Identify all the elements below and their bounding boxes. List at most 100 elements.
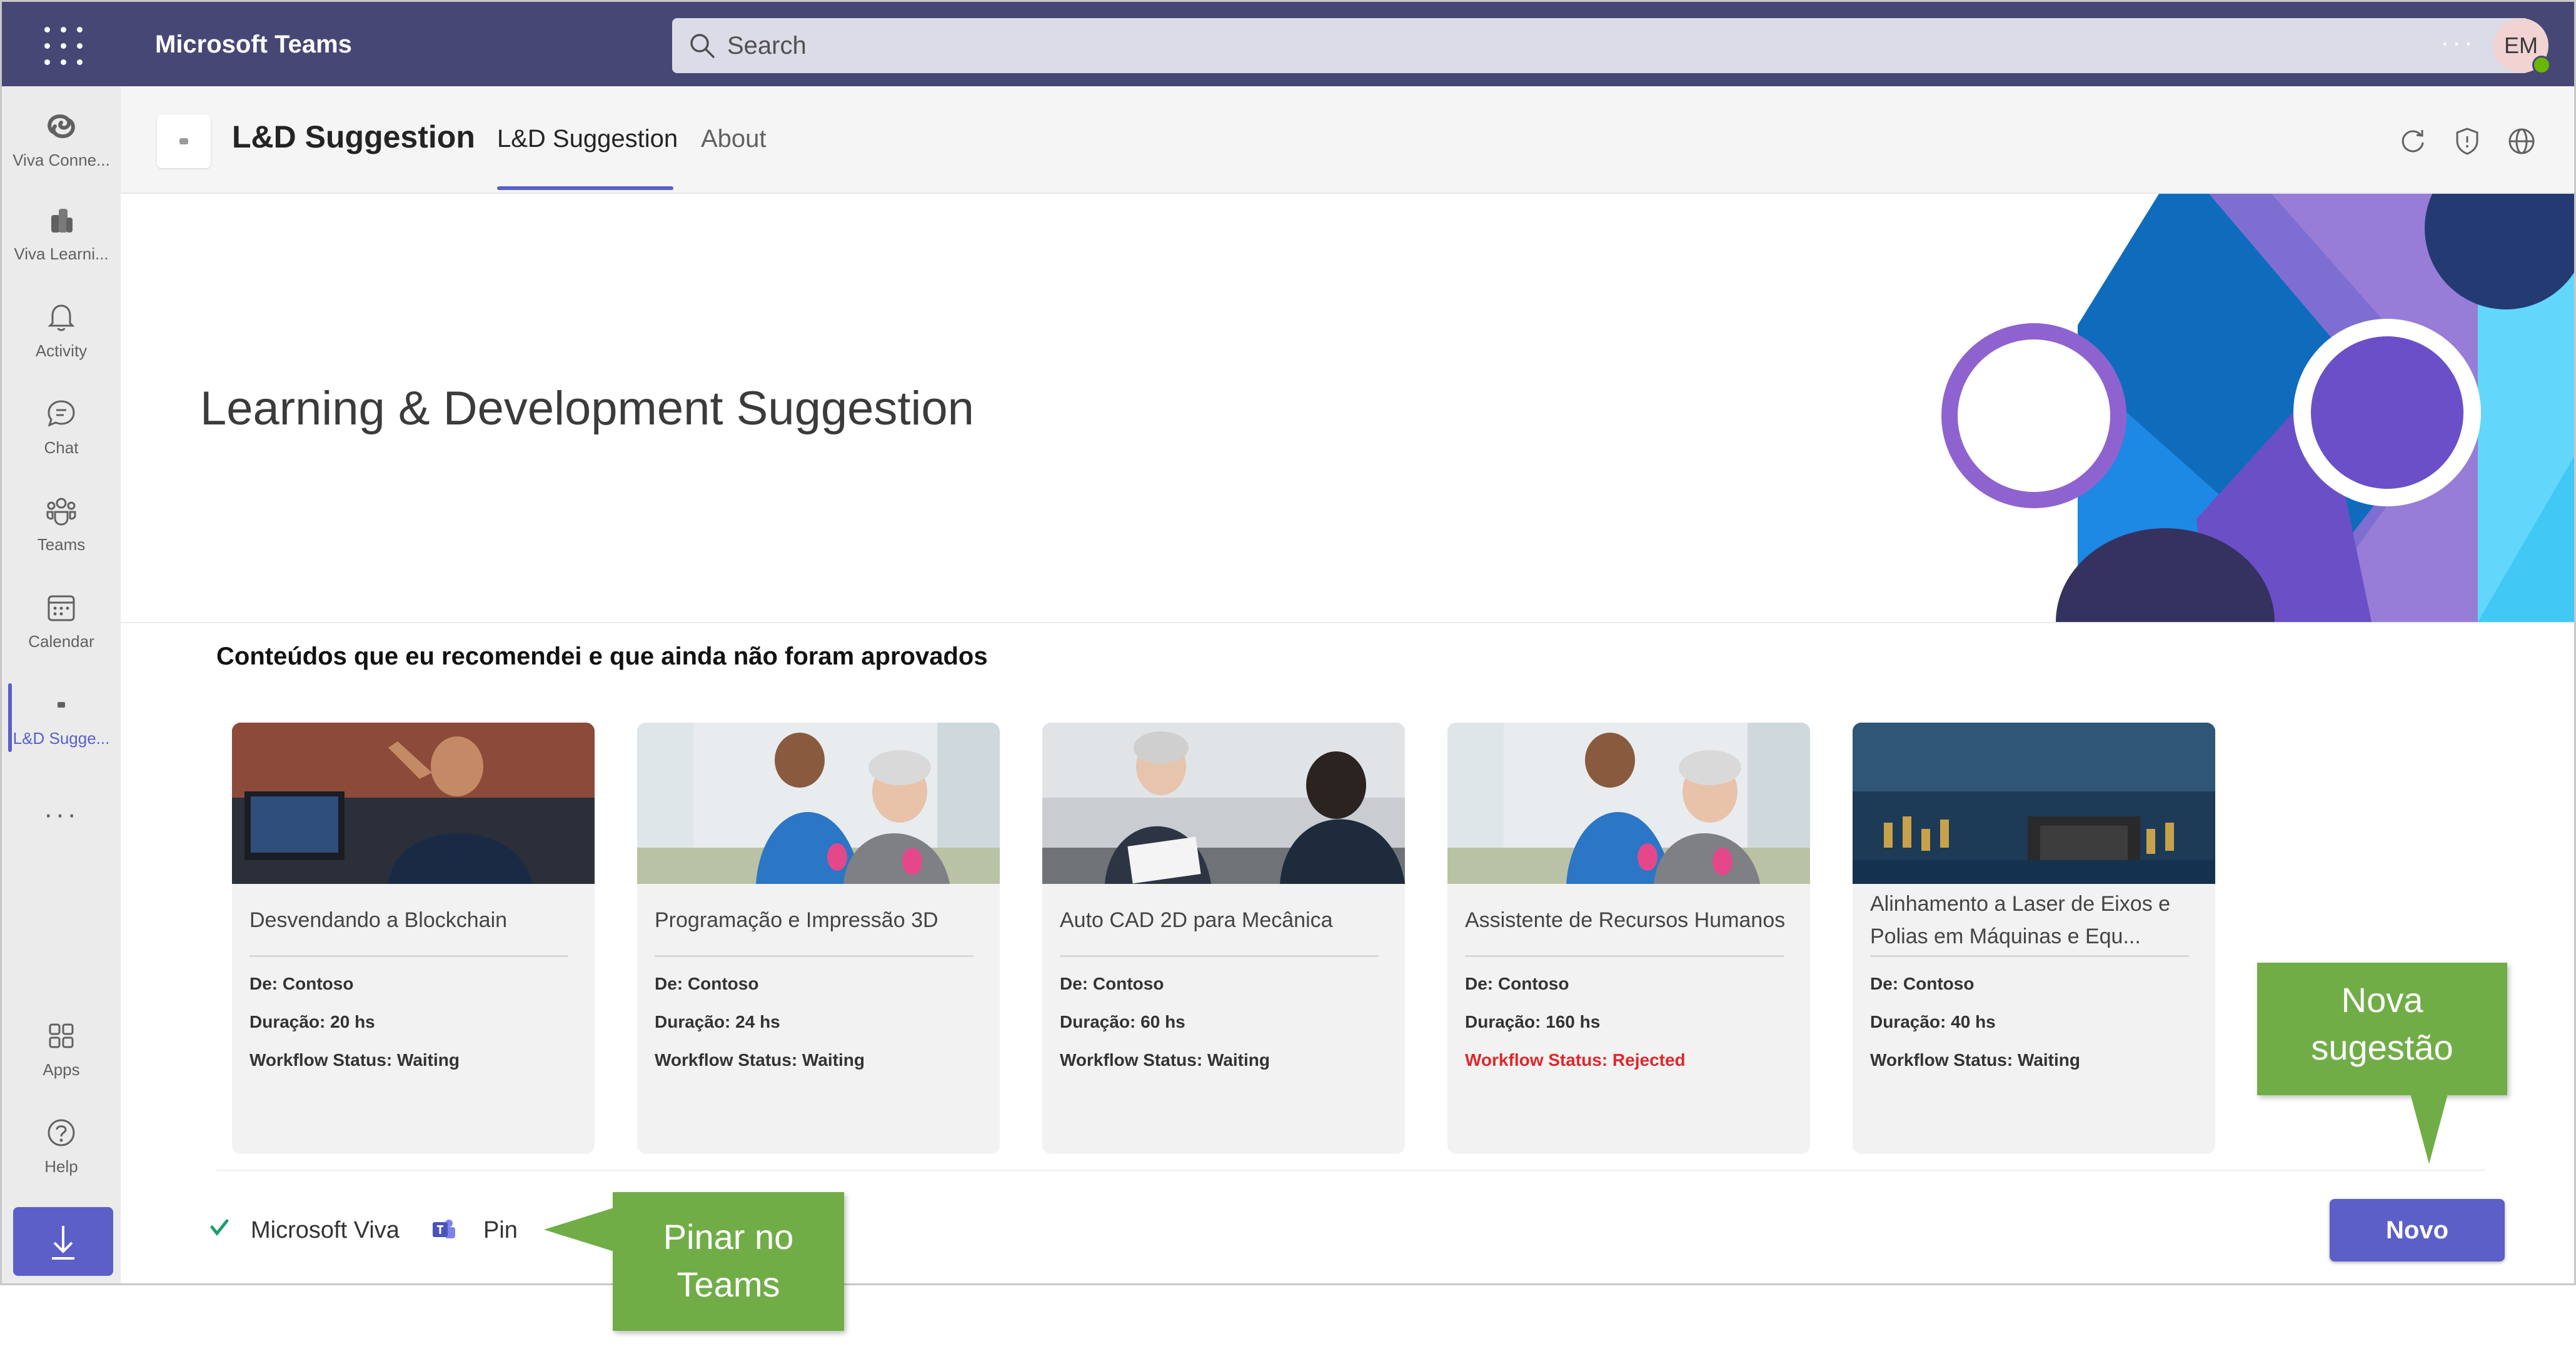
suggestion-card[interactable]: Desvendando a Blockchain De: Contoso Dur… xyxy=(232,723,595,1154)
rail-item-chat[interactable]: Chat xyxy=(2,386,121,480)
rail-label: Apps xyxy=(43,1060,80,1079)
teams-icon xyxy=(46,498,76,526)
card-divider xyxy=(249,955,568,957)
card-divider xyxy=(1465,955,1784,957)
card-title: Auto CAD 2D para Mecânica xyxy=(1060,908,1333,932)
refresh-icon[interactable] xyxy=(2395,124,2430,159)
card-from: De: Contoso xyxy=(249,974,354,993)
app-title: Microsoft Teams xyxy=(155,31,352,58)
rail-item-viva-connections[interactable]: Viva Conne... xyxy=(2,99,121,193)
tab-ld-suggestion[interactable]: L&D Suggestion xyxy=(497,125,678,153)
card-from: De: Contoso xyxy=(1060,974,1164,993)
card-duration: Duração: 40 hs xyxy=(1870,1012,1996,1031)
card-status: Workflow Status: Waiting xyxy=(1870,1050,2080,1070)
card-image xyxy=(1447,723,1810,884)
rail-item-help[interactable]: Help xyxy=(2,1105,121,1199)
callout-arrow-down xyxy=(2410,1094,2448,1164)
card-from: De: Contoso xyxy=(655,974,759,993)
search-icon xyxy=(690,34,715,58)
presence-available-icon xyxy=(2532,56,2551,74)
viva-learning-icon xyxy=(51,209,73,233)
hero-title: Learning & Development Suggestion xyxy=(200,382,974,435)
search-placeholder: Search xyxy=(727,32,807,59)
card-duration: Duração: 160 hs xyxy=(1465,1012,1601,1031)
card-duration: Duração: 20 hs xyxy=(249,1012,375,1031)
search-box[interactable]: Search xyxy=(672,18,2529,73)
suggestion-card[interactable]: Alinhamento a Laser de Eixos e Polias em… xyxy=(1853,723,2215,1154)
card-from: De: Contoso xyxy=(1465,974,1569,993)
rail-label: Calendar xyxy=(28,632,94,651)
teams-logo-icon xyxy=(433,1220,455,1238)
globe-icon[interactable] xyxy=(2504,124,2539,159)
microsoft-viva-link[interactable]: Microsoft Viva xyxy=(251,1217,400,1244)
callout-pin-teams: Pinar no Teams xyxy=(613,1192,844,1331)
more-options-icon[interactable]: ··· xyxy=(2440,27,2475,58)
card-title: Alinhamento a Laser de Eixos e Polias em… xyxy=(1870,892,2171,948)
rail-item-apps[interactable]: Apps xyxy=(2,1008,121,1102)
decorative-banner-graphic xyxy=(1809,194,2574,622)
card-divider xyxy=(1060,955,1379,957)
suggestion-card[interactable]: Programação e Impressão 3D De: Contoso D… xyxy=(637,723,1000,1154)
main-content: L&D Suggestion L&D Suggestion About Lear… xyxy=(121,86,2574,1283)
rail-item-activity[interactable]: Activity xyxy=(2,289,121,383)
section-title: Conteúdos que eu recomendei e que ainda … xyxy=(216,643,988,670)
tab-about[interactable]: About xyxy=(701,125,767,153)
app-rail: Viva Conne... Viva Learni... Activity Ch… xyxy=(2,86,121,1283)
card-status: Workflow Status: Waiting xyxy=(249,1050,460,1070)
rail-label: Teams xyxy=(37,535,86,554)
card-image xyxy=(1853,723,2215,884)
new-suggestion-button[interactable]: Novo xyxy=(2330,1199,2505,1261)
suggestion-card[interactable]: Assistente de Recursos Humanos De: Conto… xyxy=(1447,723,1810,1154)
rail-item-viva-learning[interactable]: Viva Learni... xyxy=(2,193,121,286)
card-divider xyxy=(655,955,974,957)
rail-label: Help xyxy=(44,1157,78,1176)
rail-label: Viva Conne... xyxy=(13,151,110,169)
card-title: Programação e Impressão 3D xyxy=(655,908,938,932)
card-image xyxy=(637,723,1000,884)
app-name: L&D Suggestion xyxy=(232,119,475,154)
chat-icon xyxy=(48,400,75,427)
card-divider xyxy=(1870,955,2189,957)
callout-text-line: Pinar no xyxy=(663,1217,794,1256)
callout-new-suggestion: Nova sugestão xyxy=(2257,963,2507,1095)
card-duration: Duração: 24 hs xyxy=(655,1012,780,1031)
suggestion-card[interactable]: Auto CAD 2D para Mecânica De: Contoso Du… xyxy=(1042,723,1405,1154)
avatar-initials: EM xyxy=(2504,33,2538,58)
rail-label: L&D Sugge... xyxy=(13,729,110,748)
callout-text-line: Nova xyxy=(2341,980,2423,1020)
callout-text-line: Teams xyxy=(677,1265,780,1304)
shield-icon[interactable] xyxy=(2450,124,2485,159)
card-status: Workflow Status: Waiting xyxy=(655,1050,865,1070)
avatar[interactable]: EM xyxy=(2493,18,2551,74)
card-from: De: Contoso xyxy=(1870,974,1975,993)
card-title: Desvendando a Blockchain xyxy=(249,908,508,932)
rail-label: Activity xyxy=(35,341,88,360)
rail-label: Viva Learni... xyxy=(14,244,109,263)
card-status: Workflow Status: Waiting xyxy=(1060,1050,1270,1070)
callout-arrow-left xyxy=(544,1208,614,1251)
apps-icon xyxy=(49,1023,74,1048)
active-tab-indicator xyxy=(497,186,673,190)
app-icon xyxy=(58,702,65,708)
card-duration: Duração: 60 hs xyxy=(1060,1012,1185,1031)
card-image xyxy=(232,723,595,884)
calendar-icon xyxy=(48,595,75,621)
hero-banner: Learning & Development Suggestion xyxy=(121,194,2574,623)
section-divider xyxy=(216,1170,2486,1171)
pin-link[interactable]: Pin xyxy=(483,1217,518,1244)
card-title: Assistente de Recursos Humanos xyxy=(1465,908,1786,932)
callout-text-line: sugestão xyxy=(2311,1028,2453,1067)
download-icon xyxy=(52,1226,74,1260)
download-button[interactable] xyxy=(13,1207,113,1276)
teams-window: Microsoft Teams Search ··· EM Viva Conne… xyxy=(0,0,2576,1285)
app-launcher-icon[interactable] xyxy=(39,22,87,69)
app-logo xyxy=(157,114,211,168)
app-header: L&D Suggestion L&D Suggestion About xyxy=(121,86,2574,194)
rail-item-teams[interactable]: Teams xyxy=(2,483,121,577)
top-bar: Microsoft Teams Search ··· EM xyxy=(2,2,2574,86)
checkmark-icon xyxy=(210,1219,229,1236)
rail-item-calendar[interactable]: Calendar xyxy=(2,580,121,674)
viva-connections-icon xyxy=(48,114,75,139)
more-apps-icon[interactable]: ··· xyxy=(2,799,121,830)
rail-item-ld-suggestion[interactable]: L&D Sugge... xyxy=(2,677,121,771)
